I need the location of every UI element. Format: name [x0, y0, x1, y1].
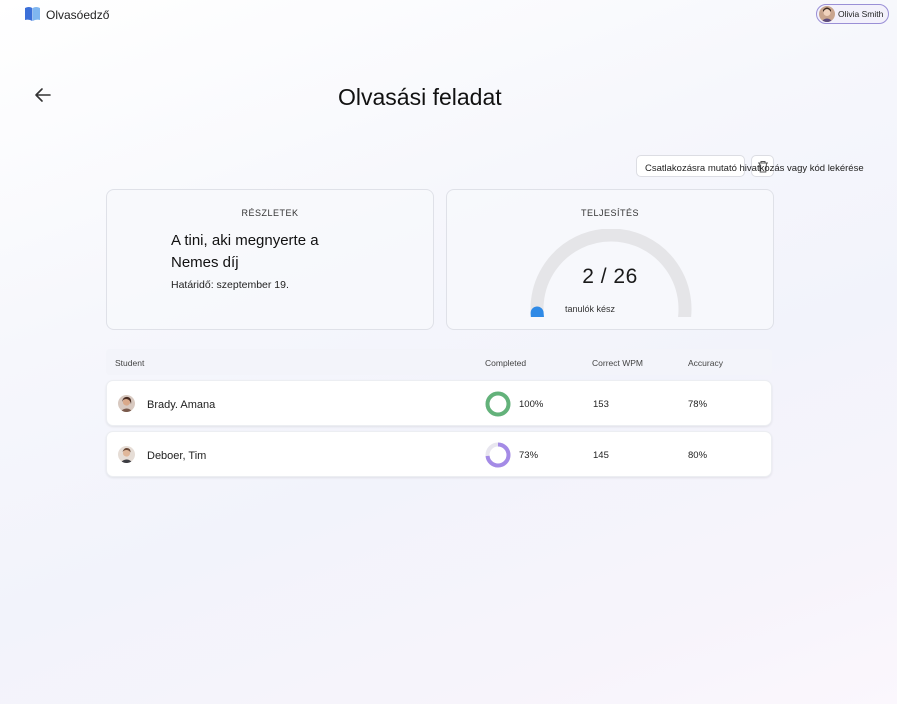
user-name: Olivia Smith — [838, 9, 884, 19]
due-date: Határidő: szeptember 19. — [171, 279, 289, 291]
join-link-label[interactable]: Csatlakozásra mutató hivatkozás vagy kód… — [645, 163, 864, 174]
accuracy-value: 80% — [688, 450, 708, 461]
wpm-value: 153 — [593, 399, 609, 410]
details-heading: RÉSZLETEK — [241, 208, 299, 218]
progress-card: TELJESÍTÉS 2 / 26 tanulók kész — [446, 189, 774, 330]
book-title: A tini, aki megnyerte a Nemes díj — [171, 232, 319, 271]
details-card: RÉSZLETEK A tini, aki megnyerte a Nemes … — [106, 189, 434, 330]
student-name[interactable]: Deboer, Tim — [147, 450, 206, 462]
back-arrow-icon[interactable] — [33, 85, 53, 105]
header-completed[interactable]: Completed — [485, 358, 526, 368]
completion-ring-arc — [485, 391, 511, 417]
user-account-button[interactable]: Olivia Smith — [816, 4, 889, 24]
header-student[interactable]: Student — [115, 358, 144, 368]
table-row[interactable]: Brady. Amana 100% 153 78% — [106, 380, 772, 426]
top-bar: Olvasóedző Olivia Smith — [0, 0, 897, 30]
student-avatar — [118, 446, 135, 463]
completed-value: 100% — [519, 399, 544, 410]
completion-ring — [485, 442, 511, 468]
completion-label: tanulók kész — [565, 304, 616, 314]
progress-heading: TELJESÍTÉS — [580, 208, 639, 218]
completion-ring — [485, 391, 511, 417]
student-avatar — [118, 395, 135, 412]
avatar — [819, 6, 835, 22]
app-logo-icon — [25, 7, 40, 21]
app-name: Olvasóedző — [46, 8, 110, 22]
page-title: Olvasási feladat — [338, 84, 502, 110]
table-row[interactable]: Deboer, Tim 73% 145 80% — [106, 431, 772, 477]
table-header: Student Completed Correct WPM Accuracy — [106, 349, 772, 375]
completed-value: 73% — [519, 450, 539, 461]
wpm-value: 145 — [593, 450, 609, 461]
completion-count: 2 / 26 — [582, 265, 638, 288]
student-name[interactable]: Brady. Amana — [147, 399, 215, 411]
accuracy-value: 78% — [688, 399, 708, 410]
gauge-fill — [530, 306, 545, 317]
header-accuracy[interactable]: Accuracy — [688, 358, 723, 368]
header-correct-wpm[interactable]: Correct WPM — [592, 358, 643, 368]
